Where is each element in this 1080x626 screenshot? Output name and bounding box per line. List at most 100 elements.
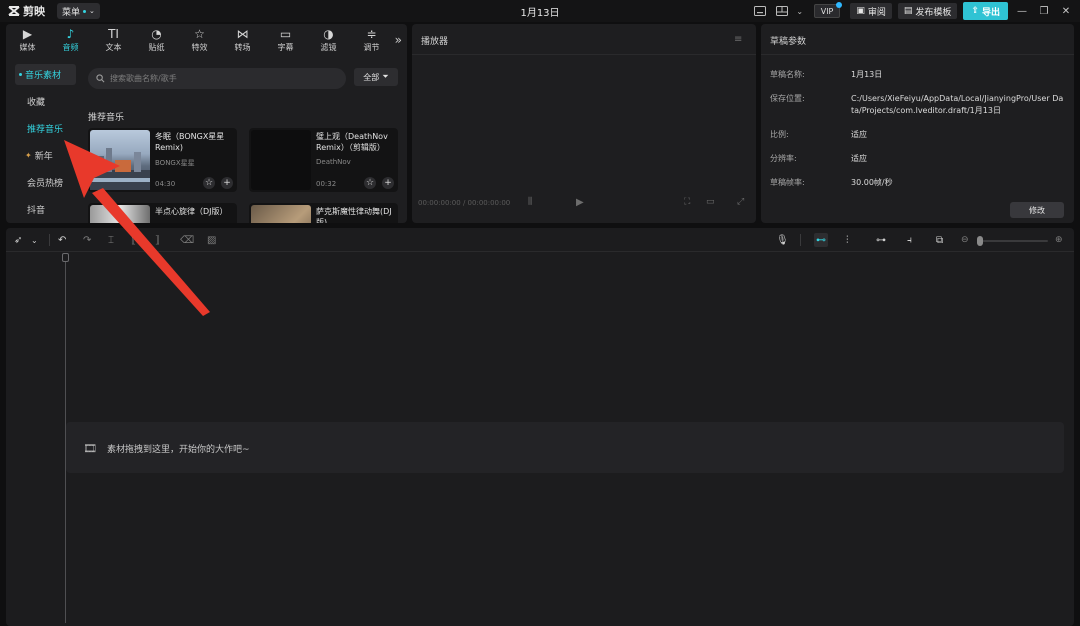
track-duration: 00:32	[316, 180, 337, 188]
favorite-star-icon[interactable]: ☆	[364, 177, 376, 189]
param-label: 草稿名称:	[770, 70, 805, 79]
preview-axis-icon[interactable]: ⫞	[907, 233, 912, 247]
ratio-icon[interactable]: ▭	[706, 197, 715, 207]
player-menu-icon[interactable]: ≡	[734, 34, 744, 45]
divider	[412, 54, 756, 55]
track-name: 半点心旋律（DJ版）	[155, 207, 228, 216]
divider	[49, 234, 50, 246]
track-name: 萨克斯魔性律动舞(DJ版)	[316, 207, 392, 223]
timeline-panel: ➶ ⌄ ↶ ↷ ⌶ ⟦ ⟧ ⌫ ▨ 🎙 ⊷ ⫶ ⊶ ⫞ ⧉ ⊖ ⊕ 🎞 素材拖拽…	[6, 228, 1074, 626]
microphone-icon[interactable]: 🎙	[776, 233, 789, 247]
tab-caption[interactable]: ▭ 字幕	[264, 24, 307, 54]
menu-button[interactable]: 菜单 ⌄	[57, 3, 100, 19]
redo-icon[interactable]: ↷	[83, 233, 91, 247]
param-value-name: 1月13日	[851, 70, 883, 79]
modify-button[interactable]: 修改	[1010, 202, 1064, 218]
music-card[interactable]: 璧上观（DeathNov Remix）（剪辑版） DeathNov 00:32 …	[249, 128, 398, 192]
publish-template-button[interactable]: ▤ 发布模板	[897, 3, 958, 19]
split-icon[interactable]: ⌶	[108, 233, 114, 247]
chevron-down-icon[interactable]: ⌄	[31, 233, 38, 247]
tab-filter[interactable]: ◑ 滤镜	[307, 24, 350, 54]
search-box[interactable]	[88, 68, 346, 89]
divider	[800, 234, 801, 246]
menu-label: 菜单	[62, 7, 81, 18]
tab-audio[interactable]: ♪ 音频	[49, 24, 92, 54]
restore-icon[interactable]: ❐	[1036, 6, 1052, 17]
split-right-icon[interactable]: ⟧	[155, 233, 160, 247]
tab-effect[interactable]: ☆ 特效	[178, 24, 221, 54]
music-card[interactable]: 冬眠（BONGX星星Remix) BONGX星星 04:30 ☆ +	[88, 128, 237, 192]
waveform-icon[interactable]: ⫼	[528, 197, 532, 207]
tab-sticker[interactable]: ◔ 贴纸	[135, 24, 178, 54]
music-card[interactable]: 半点心旋律（DJ版）	[88, 203, 237, 223]
select-cursor-icon[interactable]: ➶	[14, 233, 22, 247]
sidebar-item-recommended[interactable]: 推荐音乐	[6, 115, 82, 142]
tab-text[interactable]: TI 文本	[92, 24, 135, 54]
album-cover	[90, 130, 150, 190]
play-icon[interactable]: ▶	[576, 197, 584, 208]
filter-icon: ⏷	[382, 72, 389, 81]
add-icon[interactable]: +	[221, 177, 233, 189]
image-icon[interactable]: ▨	[207, 233, 216, 247]
layout-icon[interactable]	[774, 4, 790, 18]
param-value-ratio: 适应	[851, 130, 867, 139]
sidebar-item-favorites[interactable]: 收藏	[6, 88, 82, 115]
zoom-slider[interactable]	[982, 240, 1048, 242]
subtitle-icon[interactable]: ⧉	[936, 233, 943, 247]
text-icon: TI	[108, 27, 119, 41]
split-left-icon[interactable]: ⟦	[131, 233, 136, 247]
main-track-magnet-icon[interactable]: ⊷	[814, 233, 828, 247]
sidebar-item-label: 会员热榜	[27, 179, 64, 189]
chevron-down-icon[interactable]: ⌄	[796, 4, 804, 18]
zoom-in-icon[interactable]: ⊕	[1055, 233, 1063, 247]
track-duration: 04:30	[155, 180, 176, 188]
filter-all-button[interactable]: 全部 ⏷	[354, 68, 398, 86]
minimize-icon[interactable]: —	[1014, 6, 1030, 17]
playhead-handle[interactable]	[62, 253, 69, 262]
music-card[interactable]: 萨克斯魔性律动舞(DJ版)	[249, 203, 398, 223]
vip-badge[interactable]: VIP	[813, 2, 843, 18]
sidebar-item-label: 新年	[34, 152, 53, 162]
tab-transition[interactable]: ⋈ 转场	[221, 24, 264, 54]
caption-icon: ▭	[279, 27, 292, 41]
auto-snap-icon[interactable]: ⫶	[846, 233, 849, 247]
zoom-out-icon[interactable]: ⊖	[961, 233, 969, 247]
sidebar-item-douyin[interactable]: 抖音	[6, 196, 82, 223]
shortcut-icon[interactable]	[752, 4, 768, 18]
sidebar-header-music[interactable]: 音乐素材	[15, 64, 76, 85]
media-panel: ▶ 媒体 ♪ 音频 TI 文本 ◔ 贴纸 ☆ 特效 ⋈ 转场 ▭ 字幕 ◑ 滤镜	[6, 24, 407, 223]
fullscreen-icon[interactable]: ⤢	[737, 197, 744, 207]
draft-params-panel: 草稿参数 草稿名称: 1月13日 保存位置: C:/Users/XieFeiyu…	[761, 24, 1074, 223]
app-name: 剪映	[23, 5, 45, 18]
sidebar-item-vip-hot[interactable]: 会员热榜	[6, 169, 82, 196]
linkage-icon[interactable]: ⊶	[876, 233, 886, 247]
album-cover	[90, 205, 150, 223]
menu-dot-icon	[83, 9, 87, 13]
review-button[interactable]: ▣ 审阅	[850, 3, 892, 19]
param-value-path: C:/Users/XieFeiyu/AppData/Local/Jianying…	[851, 94, 1064, 115]
adjust-icon: ≑	[366, 27, 377, 41]
delete-icon[interactable]: ⌫	[180, 233, 194, 247]
undo-icon[interactable]: ↶	[58, 233, 66, 247]
audio-icon: ♪	[66, 27, 75, 41]
tab-adjust[interactable]: ≑ 调节	[350, 24, 393, 54]
export-button[interactable]: ⇪ 导出	[963, 2, 1008, 20]
main-track-drop-zone[interactable]: 🎞 素材拖拽到这里，开始你的大作吧~	[66, 422, 1064, 473]
sidebar-item-label: 推荐音乐	[27, 125, 64, 135]
zoom-slider-handle[interactable]	[977, 236, 983, 246]
tab-label: 调节	[363, 43, 380, 52]
app-logo: 剪映	[8, 3, 45, 19]
close-icon[interactable]: ✕	[1058, 6, 1074, 17]
divider	[761, 54, 1074, 55]
add-icon[interactable]: +	[382, 177, 394, 189]
tab-media[interactable]: ▶ 媒体	[6, 24, 49, 54]
player-title: 播放器	[421, 37, 449, 47]
more-tabs-icon[interactable]: »	[395, 33, 402, 47]
chevron-down-icon: ⌄	[89, 7, 95, 15]
favorite-star-icon[interactable]: ☆	[203, 177, 215, 189]
crop-icon[interactable]: ⛶	[684, 197, 690, 207]
search-input[interactable]	[110, 74, 330, 83]
sidebar-item-new-year[interactable]: ✦ 新年	[6, 142, 82, 169]
vip-dot-icon	[836, 2, 843, 8]
timecode-total: 00:00:00:00	[467, 199, 511, 207]
